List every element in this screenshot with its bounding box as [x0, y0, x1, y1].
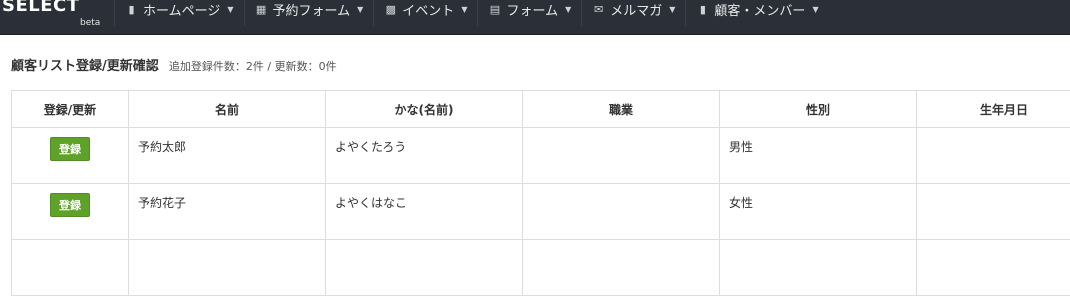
empty-cell	[917, 240, 1070, 296]
nav-form[interactable]: ▤ フォーム ▼	[477, 0, 581, 26]
caret-down-icon: ▼	[565, 5, 571, 14]
brand-name: SELECT	[2, 0, 80, 16]
envelope-icon: ✉	[592, 3, 605, 16]
gender-cell: 女性	[720, 184, 917, 240]
nav-event[interactable]: ▩ イベント ▼	[373, 0, 477, 26]
nav-newsletter[interactable]: ✉ メルマガ ▼	[581, 0, 685, 26]
nav-homepage-label: ホームページ	[143, 0, 220, 19]
table-row: 登録 予約花子 よやくはなこ 女性	[12, 184, 1070, 240]
page-heading: 顧客リスト登録/更新確認 追加登録件数：2件 / 更新数：0件	[11, 55, 337, 74]
customer-confirm-table: 登録/更新 名前 かな(名前) 職業 性別 生年月日 登録 予約太郎 よやくたろ…	[11, 90, 1070, 296]
column-header-birthday: 生年月日	[917, 91, 1070, 128]
table-header-row: 登録/更新 名前 かな(名前) 職業 性別 生年月日	[12, 91, 1070, 128]
brand-logo[interactable]: SELECT beta	[0, 0, 114, 34]
nav-reservation-form[interactable]: ▦ 予約フォーム ▼	[244, 0, 374, 26]
nav-event-label: イベント	[402, 0, 454, 19]
empty-cell	[12, 240, 129, 296]
column-header-kana: かな(名前)	[326, 91, 523, 128]
nav-homepage[interactable]: ▮ ホームページ ▼	[114, 0, 244, 26]
register-button[interactable]: 登録	[50, 137, 90, 161]
registration-summary: 追加登録件数：2件 / 更新数：0件	[169, 60, 337, 73]
kana-cell: よやくたろう	[326, 128, 523, 184]
empty-cell	[326, 240, 523, 296]
action-cell: 登録	[12, 128, 129, 184]
top-navbar: SELECT beta ▮ ホームページ ▼ ▦ 予約フォーム ▼ ▩ イベント…	[0, 0, 1070, 35]
nav-customers-members-label: 顧客・メンバー	[714, 0, 805, 19]
table-row	[12, 240, 1070, 296]
column-header-gender: 性別	[720, 91, 917, 128]
action-cell: 登録	[12, 184, 129, 240]
file-icon: ▮	[125, 3, 138, 16]
register-button[interactable]: 登録	[50, 193, 90, 217]
name-cell: 予約太郎	[129, 128, 326, 184]
comment-icon: ▩	[384, 3, 397, 16]
name-cell: 予約花子	[129, 184, 326, 240]
job-cell	[523, 128, 720, 184]
empty-cell	[129, 240, 326, 296]
column-header-job: 職業	[523, 91, 720, 128]
column-header-name: 名前	[129, 91, 326, 128]
list-icon: ▤	[488, 3, 501, 16]
caret-down-icon: ▼	[357, 5, 363, 14]
kana-cell: よやくはなこ	[326, 184, 523, 240]
brand-beta-badge: beta	[80, 18, 100, 28]
nav-form-label: フォーム	[506, 0, 558, 19]
calendar-icon: ▦	[255, 3, 268, 16]
gender-cell: 男性	[720, 128, 917, 184]
book-icon: ▮	[696, 3, 709, 16]
page-title: 顧客リスト登録/更新確認	[11, 59, 159, 74]
job-cell	[523, 184, 720, 240]
caret-down-icon: ▼	[812, 5, 818, 14]
nav-newsletter-label: メルマガ	[610, 0, 662, 19]
birthday-cell	[917, 128, 1070, 184]
table-row: 登録 予約太郎 よやくたろう 男性	[12, 128, 1070, 184]
caret-down-icon: ▼	[227, 5, 233, 14]
caret-down-icon: ▼	[669, 5, 675, 14]
caret-down-icon: ▼	[461, 5, 467, 14]
empty-cell	[523, 240, 720, 296]
nav-reservation-form-label: 予約フォーム	[273, 0, 351, 19]
empty-cell	[720, 240, 917, 296]
column-header-action: 登録/更新	[12, 91, 129, 128]
nav-customers-members[interactable]: ▮ 顧客・メンバー ▼	[685, 0, 828, 26]
birthday-cell	[917, 184, 1070, 240]
